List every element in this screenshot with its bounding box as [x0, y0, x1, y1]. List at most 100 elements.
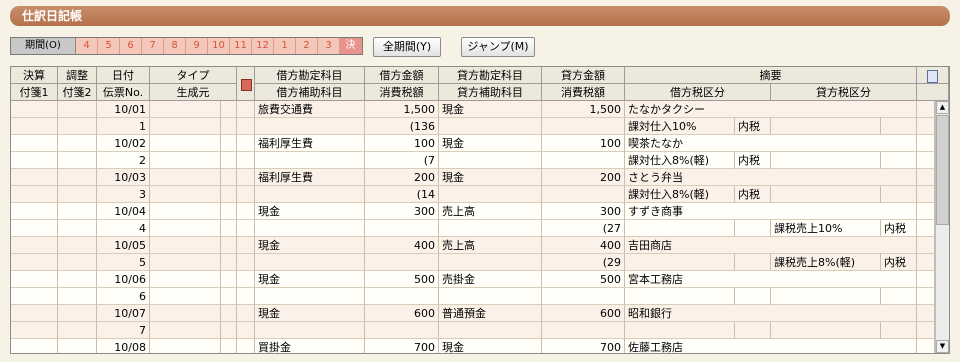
cr-tax-cell[interactable]	[542, 152, 625, 169]
cr-tax-mode-cell[interactable]	[881, 322, 917, 339]
grid-cell[interactable]	[439, 220, 542, 237]
grid-cell[interactable]	[917, 220, 935, 237]
cr-tax-cell[interactable]: (27	[542, 220, 625, 237]
grid-cell[interactable]	[255, 322, 365, 339]
scroll-down-icon[interactable]: ▼	[936, 340, 949, 353]
memo-cell[interactable]: さとう弁当	[625, 169, 917, 186]
voucher-no-cell[interactable]: 7	[97, 322, 150, 339]
month-tab[interactable]: 3	[318, 38, 340, 54]
grid-cell[interactable]	[11, 118, 58, 135]
scrollbar-thumb[interactable]	[936, 115, 949, 225]
voucher-no-cell[interactable]: 6	[97, 288, 150, 305]
cr-tax-class-cell[interactable]: 課税売上8%(軽)	[771, 254, 881, 271]
cr-account-cell[interactable]: 売上高	[439, 203, 542, 220]
dr-tax-mode-cell[interactable]: 内税	[735, 152, 771, 169]
header-dr-tax-class[interactable]: 借方税区分	[625, 84, 771, 101]
month-tab[interactable]: 10	[208, 38, 230, 54]
cr-amount-cell[interactable]: 400	[542, 237, 625, 254]
grid-cell[interactable]	[255, 220, 365, 237]
grid-cell[interactable]	[237, 254, 255, 271]
month-tab[interactable]: 12	[252, 38, 274, 54]
dr-amount-cell[interactable]: 600	[365, 305, 439, 322]
dr-tax-mode-cell[interactable]: 内税	[735, 186, 771, 203]
grid-cell[interactable]	[11, 322, 58, 339]
voucher-no-cell[interactable]: 3	[97, 186, 150, 203]
dr-tax-cell[interactable]	[365, 322, 439, 339]
cr-tax-cell[interactable]	[542, 288, 625, 305]
dr-tax-mode-cell[interactable]: 内税	[735, 118, 771, 135]
grid-cell[interactable]	[150, 152, 221, 169]
grid-cell[interactable]	[917, 254, 935, 271]
grid-cell[interactable]	[237, 271, 255, 288]
grid-cell[interactable]	[439, 322, 542, 339]
voucher-no-cell[interactable]: 1	[97, 118, 150, 135]
grid-cell[interactable]	[237, 339, 255, 353]
date-cell[interactable]: 10/01	[97, 101, 150, 118]
cr-tax-class-cell[interactable]	[771, 186, 881, 203]
grid-cell[interactable]	[58, 237, 97, 254]
dr-amount-cell[interactable]: 1,500	[365, 101, 439, 118]
grid-cell[interactable]	[221, 305, 237, 322]
dr-amount-cell[interactable]: 100	[365, 135, 439, 152]
dr-amount-cell[interactable]: 200	[365, 169, 439, 186]
grid-cell[interactable]	[221, 203, 237, 220]
month-tab[interactable]: 7	[142, 38, 164, 54]
grid-cell[interactable]	[221, 186, 237, 203]
grid-cell[interactable]	[221, 152, 237, 169]
memo-cell[interactable]: 吉田商店	[625, 237, 917, 254]
date-cell[interactable]: 10/08	[97, 339, 150, 353]
grid-cell[interactable]	[150, 169, 221, 186]
header-voucher-no[interactable]: 伝票No.	[97, 84, 150, 101]
date-cell[interactable]: 10/04	[97, 203, 150, 220]
grid-cell[interactable]	[58, 288, 97, 305]
cr-amount-cell[interactable]: 600	[542, 305, 625, 322]
month-tab[interactable]: 1	[274, 38, 296, 54]
grid-cell[interactable]	[237, 152, 255, 169]
cr-tax-cell[interactable]: (29	[542, 254, 625, 271]
dr-account-cell[interactable]: 福利厚生費	[255, 169, 365, 186]
grid-cell[interactable]	[150, 339, 221, 353]
grid-cell[interactable]	[58, 118, 97, 135]
month-tab[interactable]: 2	[296, 38, 318, 54]
vertical-scrollbar[interactable]: ▲ ▼	[935, 101, 949, 353]
grid-cell[interactable]	[11, 339, 58, 353]
grid-cell[interactable]	[237, 322, 255, 339]
period-label[interactable]: 期間(O)	[11, 38, 76, 54]
memo-cell[interactable]: 宮本工務店	[625, 271, 917, 288]
grid-cell[interactable]	[439, 288, 542, 305]
grid-cell[interactable]	[58, 186, 97, 203]
jump-button[interactable]: ジャンプ(M)	[461, 37, 535, 57]
header-dr-amount[interactable]: 借方金額	[365, 67, 439, 84]
grid-cell[interactable]	[11, 305, 58, 322]
grid-cell[interactable]	[439, 118, 542, 135]
all-period-button[interactable]: 全期間(Y)	[373, 37, 441, 57]
dr-amount-cell[interactable]: 300	[365, 203, 439, 220]
grid-cell[interactable]	[221, 135, 237, 152]
date-cell[interactable]: 10/06	[97, 271, 150, 288]
grid-cell[interactable]	[255, 118, 365, 135]
grid-cell[interactable]	[221, 118, 237, 135]
grid-cell[interactable]	[917, 237, 935, 254]
grid-cell[interactable]	[255, 254, 365, 271]
dr-tax-mode-cell[interactable]	[735, 288, 771, 305]
header-dr-sub-account[interactable]: 借方補助科目	[255, 84, 365, 101]
cr-amount-cell[interactable]: 500	[542, 271, 625, 288]
grid-cell[interactable]	[58, 135, 97, 152]
memo-cell[interactable]: 昭和銀行	[625, 305, 917, 322]
dr-tax-class-cell[interactable]: 課対仕入8%(軽)	[625, 186, 735, 203]
header-memo[interactable]: 摘要	[625, 67, 917, 84]
cr-account-cell[interactable]: 普通預金	[439, 305, 542, 322]
header-cr-account[interactable]: 貸方勘定科目	[439, 67, 542, 84]
dr-tax-mode-cell[interactable]	[735, 322, 771, 339]
grid-cell[interactable]	[150, 220, 221, 237]
header-chosei[interactable]: 調整	[58, 67, 97, 84]
month-tab[interactable]: 6	[120, 38, 142, 54]
grid-cell[interactable]	[150, 254, 221, 271]
grid-cell[interactable]	[221, 254, 237, 271]
header-kessan[interactable]: 決算	[11, 67, 58, 84]
grid-cell[interactable]	[150, 118, 221, 135]
grid-cell[interactable]	[917, 288, 935, 305]
header-dr-account[interactable]: 借方勘定科目	[255, 67, 365, 84]
grid-cell[interactable]	[917, 135, 935, 152]
grid-cell[interactable]	[58, 169, 97, 186]
